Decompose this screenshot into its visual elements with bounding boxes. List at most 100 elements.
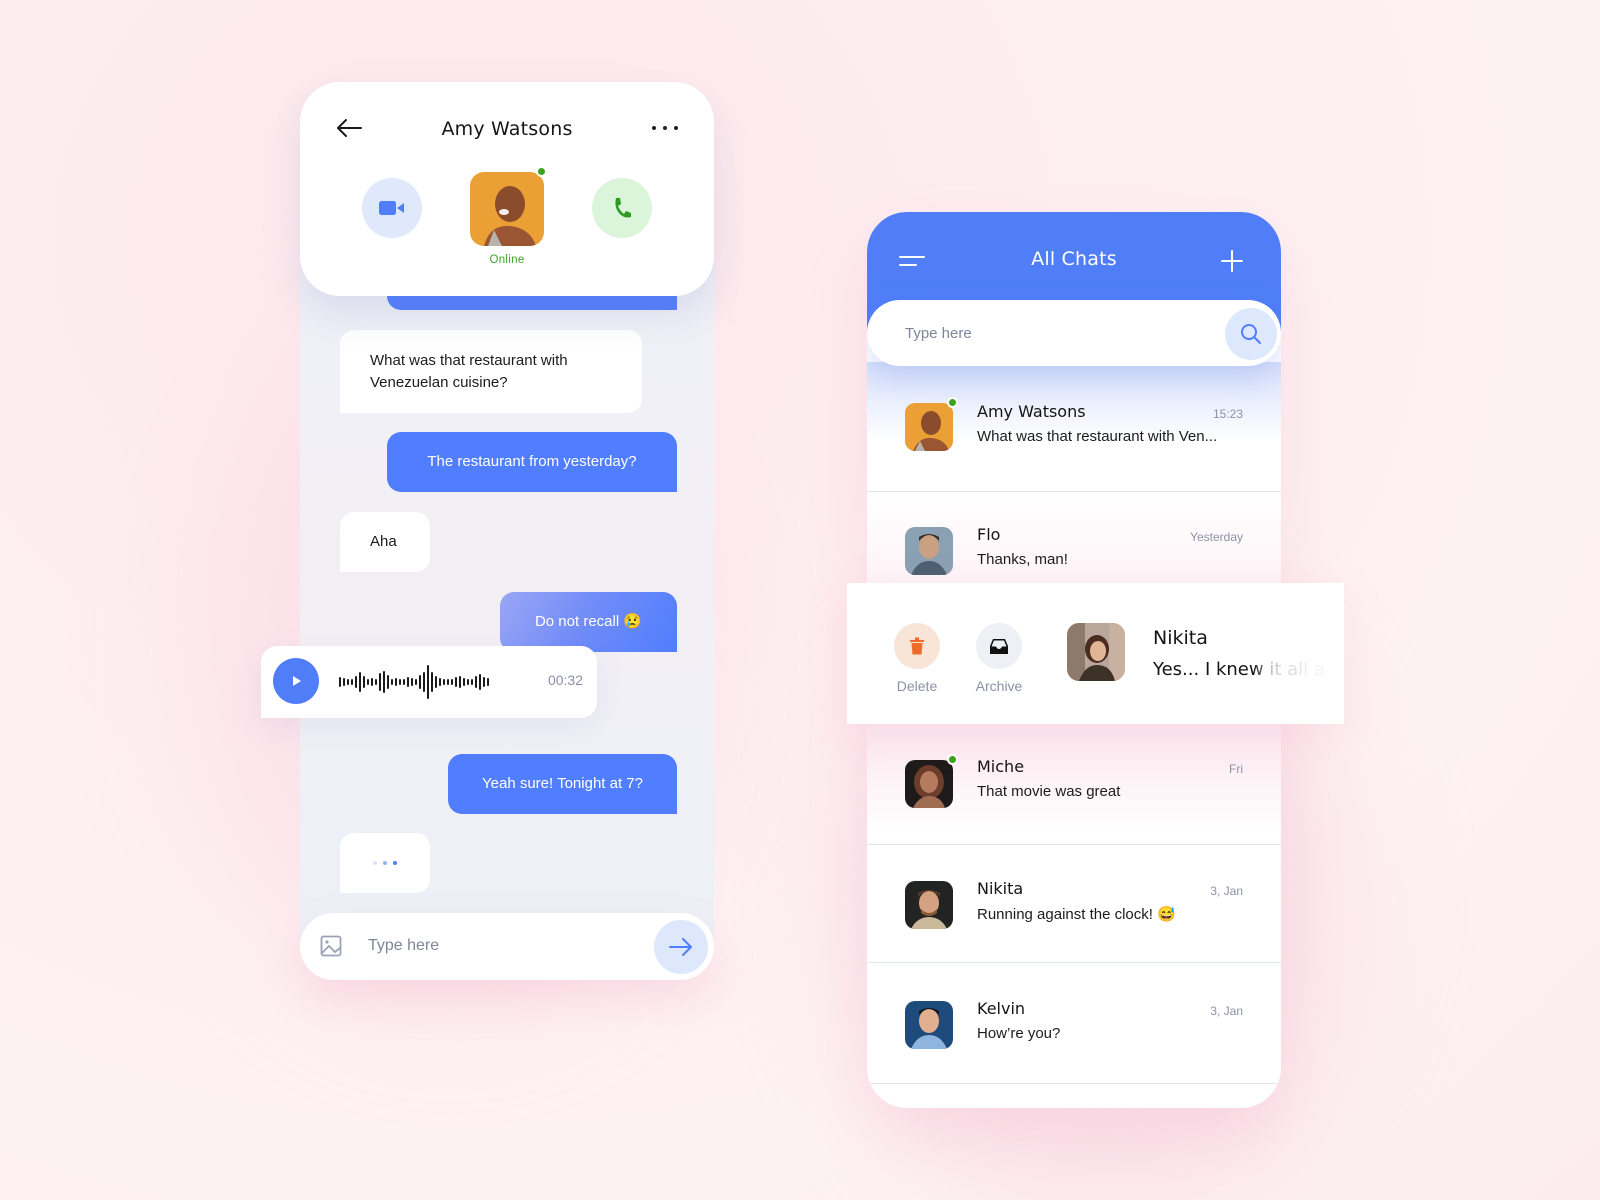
chat-list-item[interactable]: Amy Watsons What was that restaurant wit… (867, 372, 1281, 492)
waveform-bar (343, 678, 345, 686)
message-bubble-outgoing: Do not recall 😢 (500, 592, 677, 652)
chat-preview: Thanks, man! (977, 551, 1068, 568)
waveform-bar (447, 679, 449, 685)
archive-label: Archive (975, 678, 1023, 694)
waveform-bar (371, 678, 373, 686)
waveform-bar (455, 677, 457, 687)
waveform-bar (347, 679, 349, 685)
chat-list-item[interactable]: Nikita Running against the clock! 😅 3, J… (867, 845, 1281, 963)
waveform-bar (463, 678, 465, 686)
chat-list-item-swiped[interactable]: Delete Archive Nikita Yes... I knew it a… (847, 583, 1344, 724)
message-text: The restaurant from yesterday? (427, 453, 637, 470)
waveform-bar (439, 678, 441, 686)
waveform-bar (411, 678, 413, 686)
search-bar (867, 300, 1281, 366)
voice-duration: 00:32 (547, 672, 583, 688)
message-bubble-incoming: Aha (340, 512, 430, 572)
page-title: All Chats (1031, 248, 1117, 270)
chat-name: Amy Watsons (977, 402, 1086, 421)
avatar (905, 881, 953, 929)
waveform-bar (367, 679, 369, 685)
waveform-bar (403, 679, 405, 685)
waveform-bar (443, 679, 445, 685)
message-text: Do not recall 😢 (534, 613, 643, 630)
chat-list-item[interactable]: Kelvin How’re you? 3, Jan (867, 966, 1281, 1084)
message-composer (300, 913, 714, 980)
avatar-photo (470, 172, 544, 246)
chat-name: Nikita (977, 879, 1024, 898)
archive-button[interactable] (976, 623, 1022, 669)
waveform-bar (451, 679, 453, 685)
search-button[interactable] (1225, 308, 1277, 360)
waveform-bar (431, 672, 433, 692)
message-input[interactable] (368, 931, 638, 961)
trash-icon (910, 637, 924, 655)
audio-waveform[interactable] (339, 664, 489, 700)
typing-dot (393, 861, 397, 865)
message-text: Yeah sure! Tonight at 7? (482, 775, 643, 792)
waveform-bar (487, 678, 489, 686)
chat-preview: That movie was great (977, 783, 1121, 800)
voice-message: 00:32 (261, 646, 597, 718)
chat-time: 3, Jan (1210, 1004, 1243, 1018)
status-label: Online (489, 254, 525, 266)
avatar (905, 1001, 953, 1049)
waveform-bar (375, 679, 377, 685)
arrow-right-icon (669, 938, 692, 956)
chat-time: Fri (1229, 762, 1243, 776)
waveform-bar (391, 679, 393, 685)
video-camera-icon (379, 201, 404, 215)
waveform-bar (387, 675, 389, 689)
chat-name: Miche (977, 757, 1025, 776)
avatar (905, 760, 953, 808)
contact-avatar[interactable] (470, 172, 544, 246)
message-bubble-outgoing: The restaurant from yesterday? (387, 432, 677, 492)
avatar (905, 403, 953, 451)
chat-time: 3, Jan (1210, 884, 1243, 898)
more-horizontal-icon[interactable] (652, 126, 678, 132)
waveform-bar (471, 679, 473, 685)
message-text: Aha (370, 533, 397, 550)
waveform-bar (383, 671, 385, 693)
chat-time: Yesterday (1190, 530, 1243, 544)
waveform-bar (423, 672, 425, 692)
waveform-bar (399, 679, 401, 685)
conversation-header: Amy Watsons Online (300, 82, 714, 296)
waveform-bar (415, 679, 417, 685)
message-bubble-incoming: What was that restaurant with Venezuelan… (340, 330, 642, 413)
chat-list-item[interactable]: Miche That movie was great Fri (867, 724, 1281, 845)
plus-icon[interactable] (1221, 250, 1243, 272)
waveform-bar (359, 672, 361, 692)
message-bubble-outgoing: Yeah sure! Tonight at 7? (448, 754, 677, 814)
chat-name: Kelvin (977, 999, 1026, 1018)
waveform-bar (395, 678, 397, 686)
chat-preview: How’re you? (977, 1025, 1061, 1042)
archive-tray-icon (990, 638, 1008, 654)
online-indicator (947, 397, 958, 408)
search-input[interactable] (905, 318, 1185, 348)
image-icon[interactable] (320, 935, 342, 957)
send-button[interactable] (654, 920, 708, 974)
online-indicator (947, 754, 958, 765)
chat-preview: Yes... I knew it all a (1153, 659, 1333, 680)
typing-dot (383, 861, 387, 865)
waveform-bar (363, 676, 365, 688)
waveform-bar (355, 676, 357, 688)
voice-call-button[interactable] (592, 178, 652, 238)
avatar (1067, 623, 1125, 681)
waveform-bar (339, 677, 341, 687)
chat-preview: What was that restaurant with Ven... (977, 428, 1218, 445)
waveform-bar (427, 665, 429, 699)
delete-button[interactable] (894, 623, 940, 669)
chat-preview: Running against the clock! 😅 (977, 906, 1176, 923)
waveform-bar (379, 673, 381, 691)
play-button[interactable] (273, 658, 319, 704)
waveform-bar (483, 677, 485, 687)
chat-name: Flo (977, 525, 1001, 544)
typing-dot (373, 861, 377, 865)
waveform-bar (467, 679, 469, 685)
waveform-bar (351, 679, 353, 685)
video-call-button[interactable] (362, 178, 422, 238)
phone-icon (615, 198, 631, 218)
chat-name: Nikita (1153, 627, 1208, 649)
